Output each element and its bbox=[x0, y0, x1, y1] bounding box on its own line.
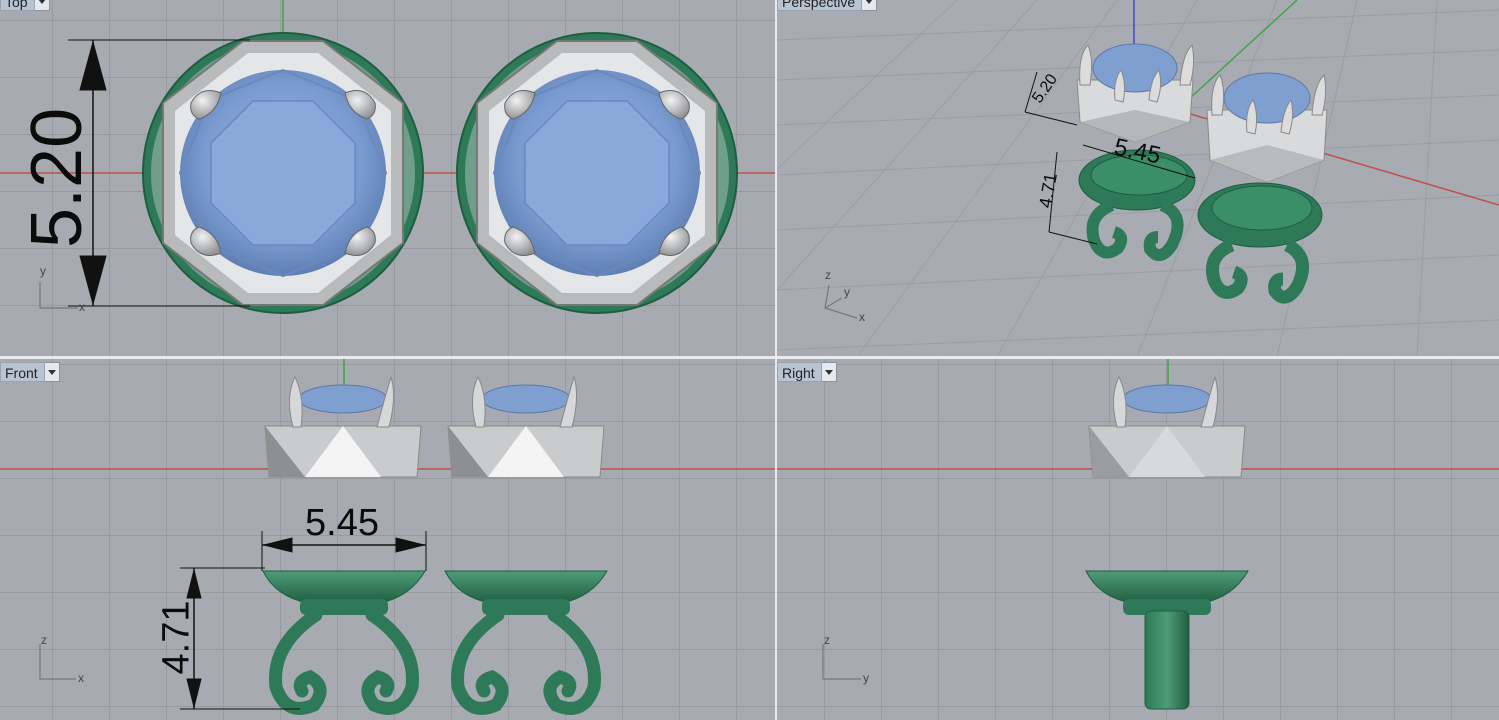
top-view-canvas bbox=[0, 0, 775, 314]
viewport-menu-dropdown-icon[interactable] bbox=[862, 0, 878, 11]
viewport-splitter-horizontal[interactable] bbox=[0, 356, 1499, 359]
viewport-name[interactable]: Top bbox=[0, 0, 35, 11]
setting-front-left bbox=[264, 375, 422, 478]
axis-label-y: y bbox=[863, 671, 869, 685]
setting-right-view bbox=[1088, 375, 1246, 478]
cup-right-view bbox=[1085, 570, 1249, 710]
viewport-menu-dropdown-icon[interactable] bbox=[34, 0, 50, 11]
axis-label-x: x bbox=[79, 300, 85, 314]
dimension-label-height: 4.71 bbox=[155, 600, 198, 675]
viewport-front[interactable]: Front 5.45 4.71 z x bbox=[0, 359, 775, 720]
right-view-canvas bbox=[777, 359, 1499, 710]
viewport-splitter-vertical[interactable] bbox=[775, 0, 777, 720]
axis-label-z: z bbox=[41, 633, 47, 647]
dimension-label-height: 5.20 bbox=[17, 107, 97, 248]
axis-label-x: x bbox=[78, 671, 84, 685]
front-view-canvas bbox=[0, 359, 775, 715]
axis-label-z: z bbox=[824, 633, 830, 647]
world-axis-icon bbox=[822, 644, 861, 680]
cup-front-right bbox=[444, 570, 608, 715]
viewport-name[interactable]: Front bbox=[0, 362, 45, 382]
earring-top-right bbox=[456, 32, 738, 314]
axis-label-z: z bbox=[825, 268, 831, 282]
viewport-name[interactable]: Right bbox=[777, 362, 822, 382]
viewport-menu-dropdown-icon[interactable] bbox=[44, 362, 60, 382]
viewport-name[interactable]: Perspective bbox=[777, 0, 863, 11]
viewport-label-right[interactable]: Right bbox=[777, 362, 837, 382]
viewport-top[interactable]: Top 5.20 y x bbox=[0, 0, 775, 357]
setting-left bbox=[1076, 43, 1195, 143]
setting-right bbox=[1206, 72, 1328, 183]
world-axis-icon bbox=[39, 282, 78, 309]
world-axis-icon bbox=[824, 284, 858, 319]
viewport-label-front[interactable]: Front bbox=[0, 362, 60, 382]
viewport-label-top[interactable]: Top bbox=[0, 0, 50, 11]
earring-top-left bbox=[142, 32, 424, 314]
world-axis-icon bbox=[39, 644, 76, 680]
dimension-label-width: 5.45 bbox=[305, 502, 379, 544]
viewport-label-perspective[interactable]: Perspective bbox=[777, 0, 878, 11]
cup-front-left bbox=[262, 570, 426, 715]
viewport-perspective[interactable]: Perspective 5.20 5.45 4.71 z y x bbox=[777, 0, 1499, 357]
viewport-menu-dropdown-icon[interactable] bbox=[821, 362, 837, 382]
setting-front-right bbox=[447, 375, 605, 478]
axis-label-y: y bbox=[40, 264, 46, 278]
perspective-canvas bbox=[777, 0, 1499, 357]
earring-post bbox=[1144, 610, 1190, 710]
viewport-right[interactable]: Right z y bbox=[777, 359, 1499, 720]
axis-label-y: y bbox=[844, 285, 850, 299]
axis-label-x: x bbox=[859, 310, 865, 324]
